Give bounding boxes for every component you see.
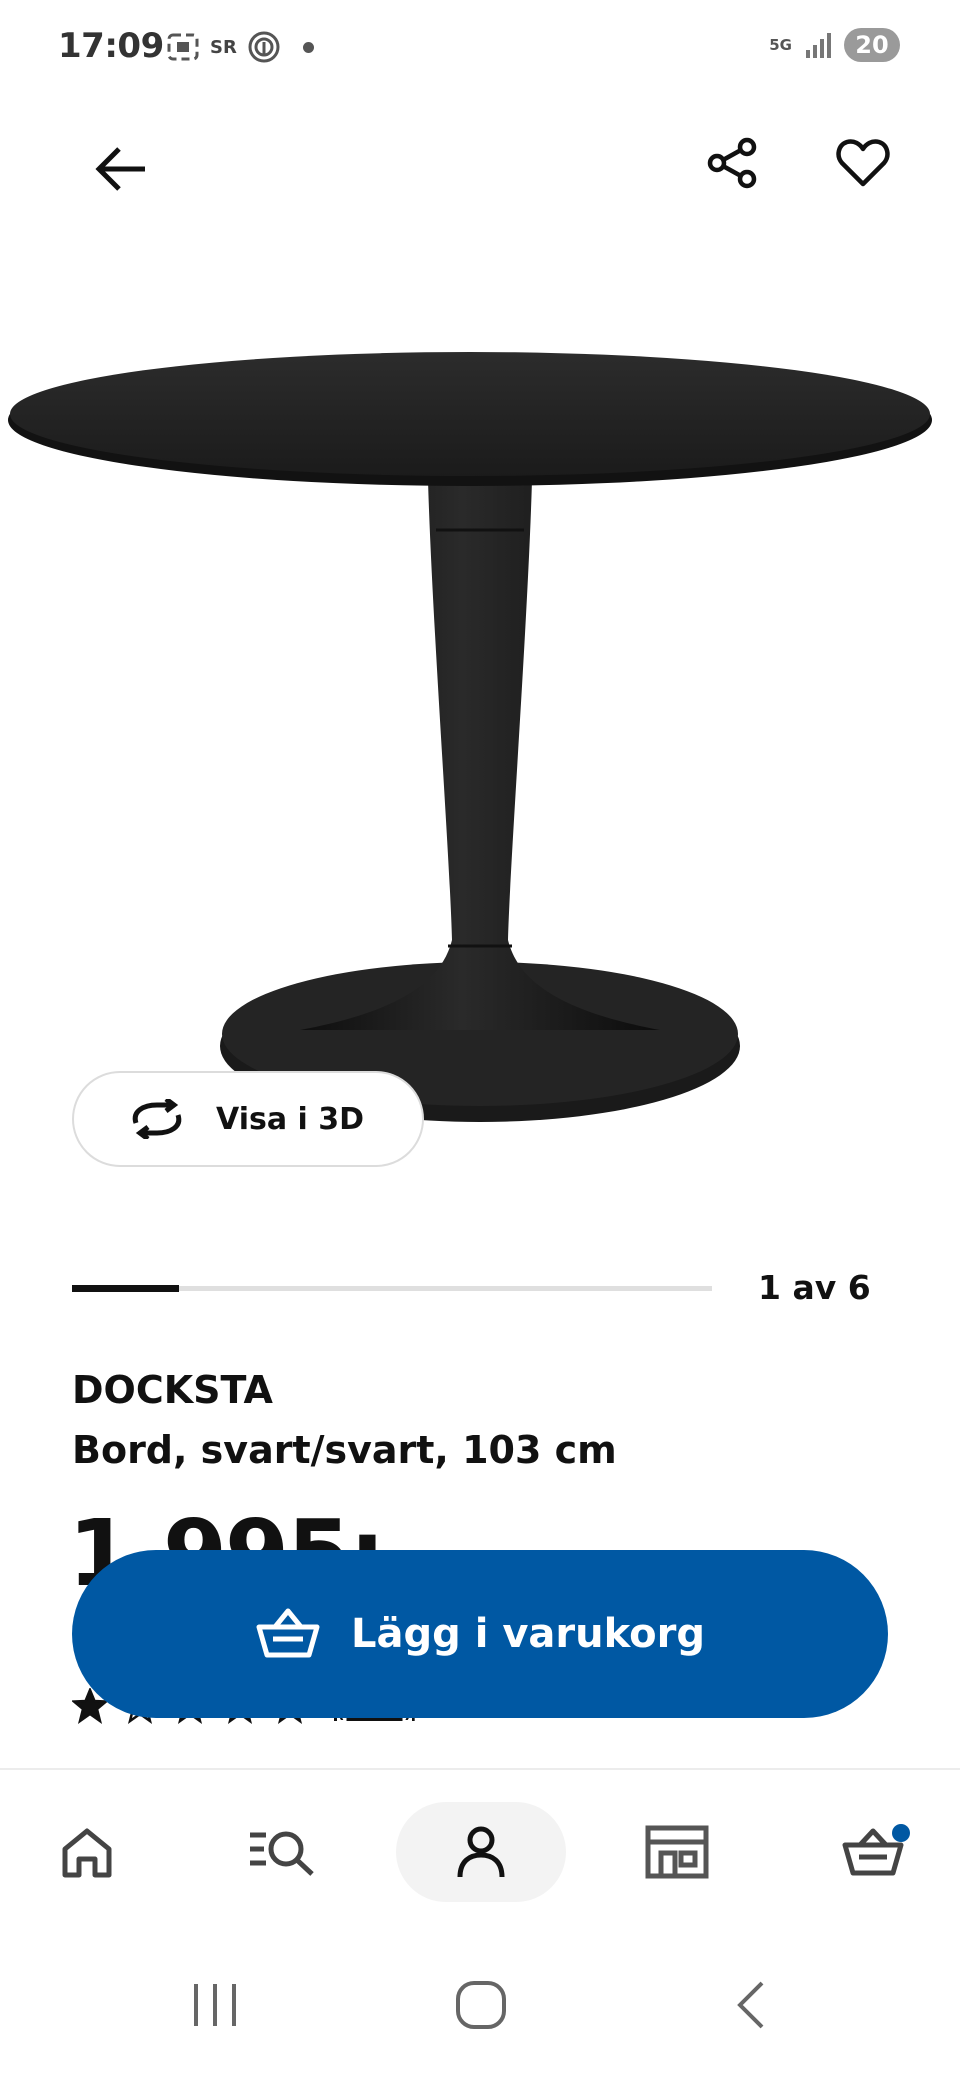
add-to-cart-button[interactable]: Lägg i varukorg	[72, 1550, 888, 1718]
share-icon	[707, 137, 757, 189]
product-image[interactable]	[0, 340, 960, 1130]
nav-stores[interactable]	[592, 1802, 762, 1902]
screenshot-icon	[167, 33, 199, 61]
profile-icon	[457, 1826, 505, 1878]
search-list-icon	[250, 1831, 314, 1876]
rotate-3d-icon	[132, 1099, 182, 1139]
heart-icon	[836, 139, 890, 187]
favorite-button[interactable]	[826, 126, 900, 200]
product-description: Bord, svart/svart, 103 cm	[72, 1428, 617, 1472]
share-button[interactable]	[696, 126, 770, 200]
product-name: DOCKSTA	[72, 1368, 273, 1412]
gallery-progress-track	[72, 1285, 712, 1292]
battery-indicator: 20	[844, 28, 900, 62]
status-icons-left: SR	[166, 30, 314, 64]
signal-icon	[806, 33, 831, 58]
recent-apps-icon	[194, 1984, 236, 2026]
nav-cart[interactable]	[788, 1802, 958, 1902]
fingerprint-icon	[248, 31, 280, 63]
view-3d-label: Visa i 3D	[216, 1101, 365, 1137]
basket-icon	[256, 1608, 320, 1658]
arrow-left-icon	[95, 147, 145, 191]
back-system-button[interactable]	[706, 1960, 796, 2050]
sr-icon: SR	[210, 36, 237, 58]
store-icon	[645, 1825, 709, 1879]
add-to-cart-label: Lägg i varukorg	[351, 1611, 705, 1657]
back-button[interactable]	[84, 132, 158, 206]
home-icon	[62, 1828, 112, 1878]
nav-search[interactable]	[198, 1802, 368, 1902]
gallery-counter: 1 av 6	[758, 1268, 871, 1307]
recent-apps-button[interactable]	[170, 1960, 260, 2050]
nav-divider	[0, 1768, 960, 1770]
cart-badge-dot	[892, 1824, 910, 1842]
nav-profile[interactable]	[396, 1802, 566, 1902]
table-illustration	[8, 352, 932, 1122]
chevron-left-icon	[737, 1981, 764, 2029]
view-3d-button[interactable]: Visa i 3D	[72, 1071, 424, 1167]
status-icons-right: 5G 20	[769, 28, 900, 62]
network-icon: 5G	[769, 36, 792, 54]
gallery-progress-fill	[72, 1285, 179, 1292]
home-system-button[interactable]	[436, 1960, 526, 2050]
nav-home[interactable]	[2, 1802, 172, 1902]
status-time: 17:09	[58, 26, 164, 66]
home-circle-icon	[456, 1981, 506, 2029]
notification-dot	[302, 41, 314, 53]
